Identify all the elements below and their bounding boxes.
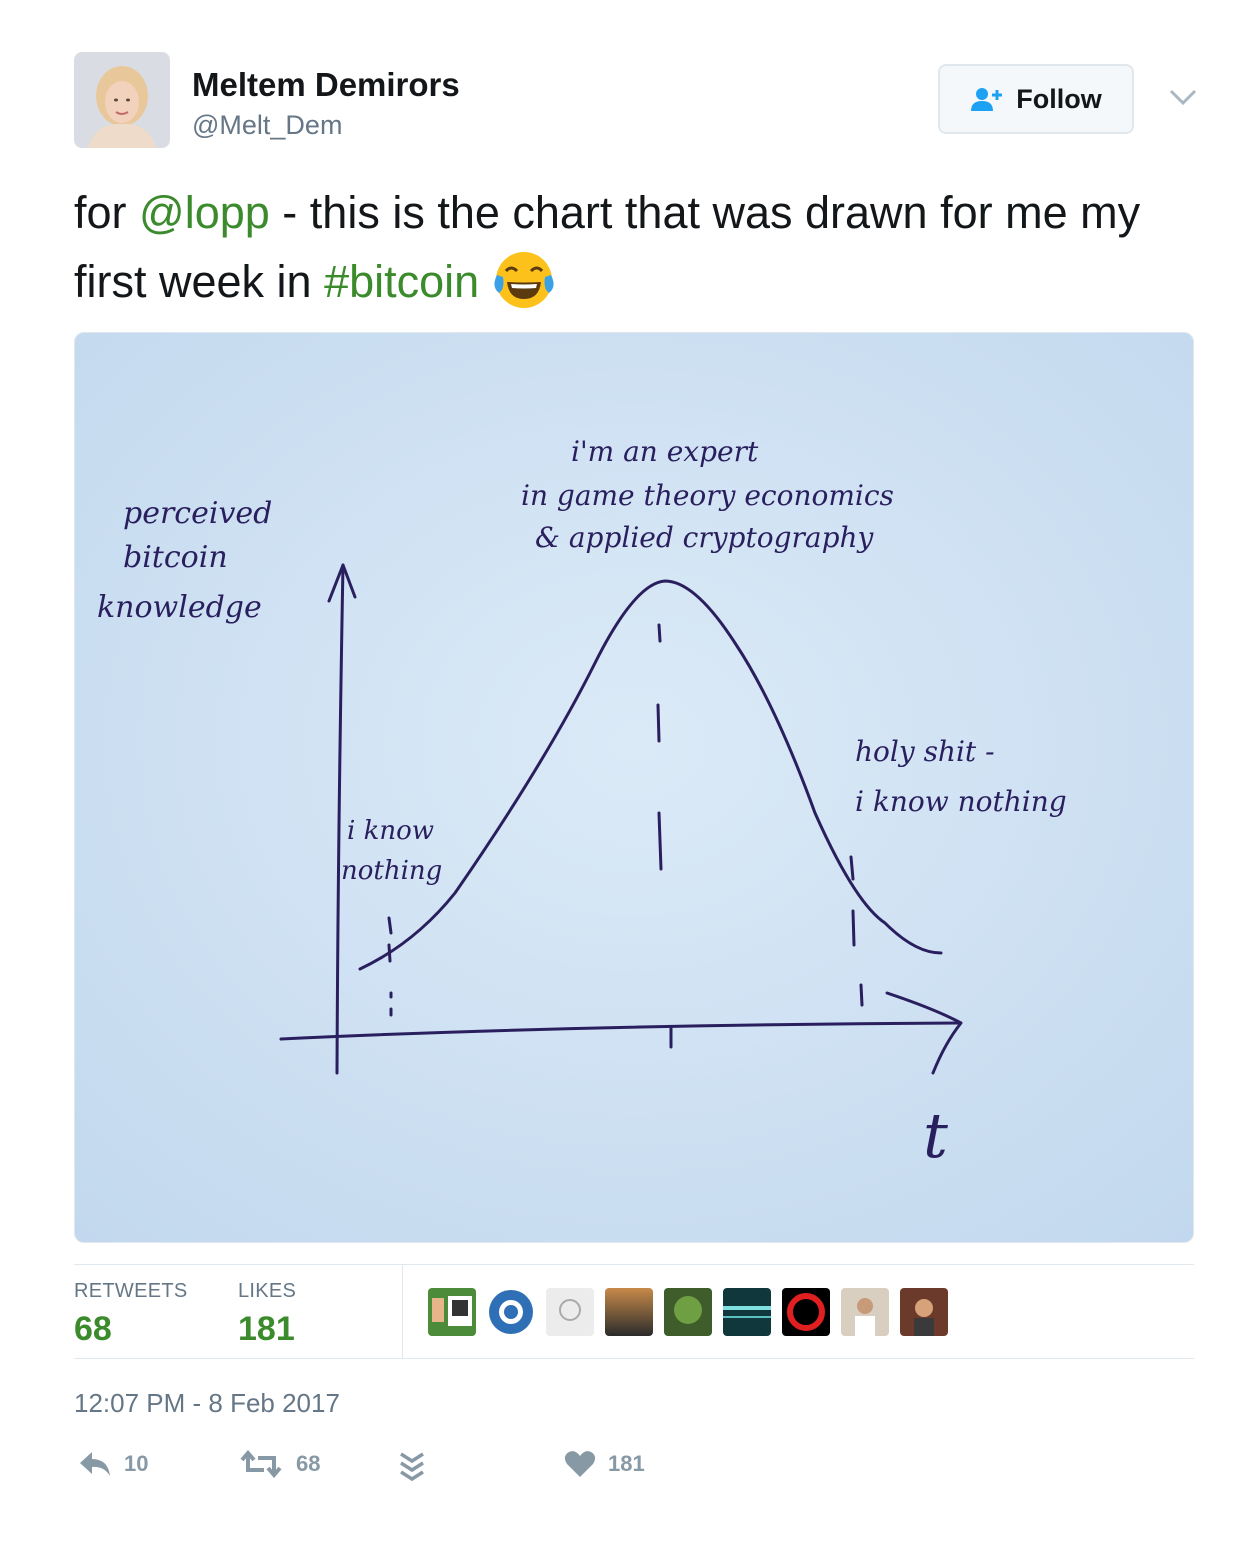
likers-avatars (428, 1288, 948, 1336)
tweet-photo[interactable]: perceived bitcoin knowledge i'm an exper… (74, 332, 1194, 1243)
follow-button[interactable]: Follow (938, 64, 1134, 134)
add-user-icon (971, 88, 1003, 111)
y-axis-label-line: knowledge (97, 590, 262, 625)
chevron-down-icon[interactable] (1168, 86, 1198, 108)
stack-icon (400, 1452, 424, 1482)
peak-label-line: & applied cryptography (535, 521, 875, 554)
tweet-text-part: for (74, 187, 140, 238)
left-label-line: nothing (341, 856, 442, 886)
x-axis-label: t (923, 1099, 948, 1172)
liker-avatar[interactable] (841, 1288, 889, 1336)
follow-button-label: Follow (1016, 83, 1102, 114)
liker-avatar[interactable] (664, 1288, 712, 1336)
author-handle[interactable]: @Melt_Dem (192, 110, 342, 141)
divider (74, 1358, 1194, 1359)
retweets-count[interactable]: 68 (74, 1310, 112, 1349)
author-display-name[interactable]: Meltem Demirors (192, 66, 460, 104)
tweet-timestamp[interactable]: 12:07 PM - 8 Feb 2017 (74, 1388, 340, 1419)
right-label-line: i know nothing (855, 785, 1067, 818)
mention-link[interactable]: @lopp (139, 187, 270, 238)
retweet-icon (240, 1450, 282, 1478)
reply-button[interactable]: 10 (78, 1450, 148, 1478)
retweet-count: 68 (296, 1451, 321, 1476)
y-axis-label-line: perceived (123, 496, 272, 531)
liker-avatar[interactable] (428, 1288, 476, 1336)
peak-label-line: i'm an expert (571, 435, 759, 468)
hashtag-link[interactable]: #bitcoin (324, 256, 479, 307)
author-avatar[interactable] (74, 52, 170, 148)
liker-avatar[interactable] (605, 1288, 653, 1336)
like-button[interactable]: 181 (564, 1450, 645, 1478)
liker-avatar[interactable] (487, 1288, 535, 1336)
liker-avatar[interactable] (546, 1288, 594, 1336)
stack-button[interactable] (398, 1450, 438, 1482)
divider (74, 1264, 1194, 1265)
reply-icon (80, 1452, 110, 1476)
hand-drawn-chart: perceived bitcoin knowledge i'm an exper… (75, 333, 1193, 1242)
left-label-line: i know (347, 816, 434, 846)
divider (402, 1265, 403, 1358)
like-count: 181 (608, 1451, 645, 1476)
likes-label[interactable]: LIKES (238, 1280, 296, 1303)
reply-count: 10 (124, 1451, 149, 1476)
retweet-button[interactable]: 68 (238, 1450, 320, 1478)
likes-count[interactable]: 181 (238, 1310, 295, 1349)
y-axis-label-line: bitcoin (123, 540, 228, 575)
liker-avatar[interactable] (723, 1288, 771, 1336)
liker-avatar[interactable] (782, 1288, 830, 1336)
face-with-tears-of-joy-icon (494, 252, 554, 308)
liker-avatar[interactable] (900, 1288, 948, 1336)
peak-label-line: in game theory economics (521, 479, 894, 512)
heart-icon (564, 1451, 596, 1477)
right-label-line: holy shit - (855, 735, 995, 768)
retweets-label[interactable]: RETWEETS (74, 1280, 188, 1303)
tweet-text: for @lopp - this is the chart that was d… (74, 178, 1204, 316)
